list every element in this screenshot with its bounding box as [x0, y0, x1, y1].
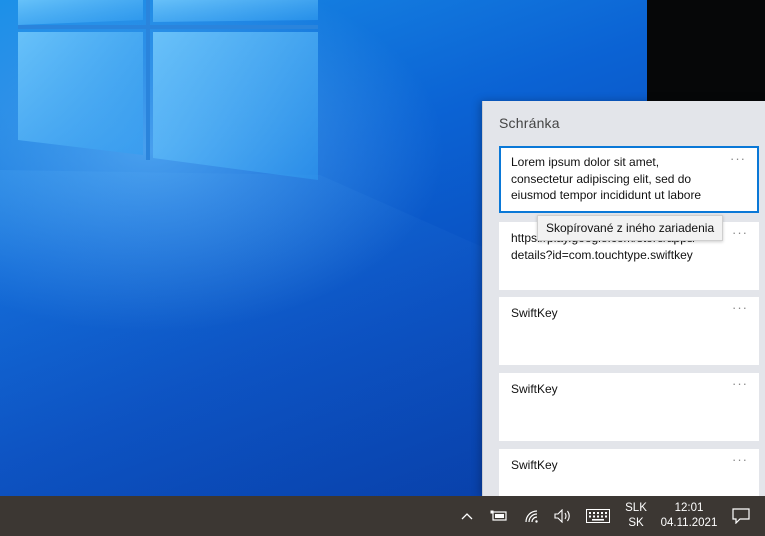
- taskbar: SLK SK 12:01 04.11.2021: [0, 496, 765, 536]
- clock-date: 04.11.2021: [660, 517, 718, 529]
- more-options-button[interactable]: ···: [732, 452, 748, 469]
- more-options-button[interactable]: ···: [732, 225, 748, 242]
- clipboard-item-text: SwiftKey: [511, 306, 558, 320]
- clock-time: 12:01: [674, 502, 704, 514]
- more-options-button[interactable]: ···: [732, 376, 748, 393]
- battery-icon[interactable]: [488, 496, 510, 536]
- clipboard-title: Schránka: [499, 115, 560, 131]
- keyboard-icon[interactable]: [585, 496, 611, 536]
- clipboard-item[interactable]: SwiftKey ···: [499, 373, 759, 441]
- clipboard-item[interactable]: SwiftKey ···: [499, 297, 759, 365]
- input-language-indicator[interactable]: SLK SK: [624, 501, 648, 531]
- chevron-up-icon[interactable]: [457, 496, 477, 536]
- keyboard-layout-code: SK: [628, 517, 644, 529]
- clipboard-item-text: SwiftKey: [511, 382, 558, 396]
- more-options-button[interactable]: ···: [730, 151, 746, 168]
- notification-icon[interactable]: [729, 496, 753, 536]
- clipboard-item-text: SwiftKey: [511, 458, 558, 472]
- volume-icon[interactable]: [552, 496, 574, 536]
- clipboard-panel: Schránka Lorem ipsum dolor sit amet, con…: [482, 101, 765, 496]
- tooltip: Skopírované z iného zariadenia: [537, 215, 724, 241]
- clipboard-item-text: Lorem ipsum dolor sit amet, consectetur …: [511, 155, 702, 202]
- system-clock[interactable]: 12:01 04.11.2021: [656, 501, 722, 531]
- clipboard-item[interactable]: Lorem ipsum dolor sit amet, consectetur …: [499, 146, 759, 213]
- clipboard-item[interactable]: SwiftKey ···: [499, 449, 759, 496]
- wifi-icon[interactable]: [521, 496, 543, 536]
- language-code: SLK: [625, 502, 647, 514]
- more-options-button[interactable]: ···: [732, 300, 748, 317]
